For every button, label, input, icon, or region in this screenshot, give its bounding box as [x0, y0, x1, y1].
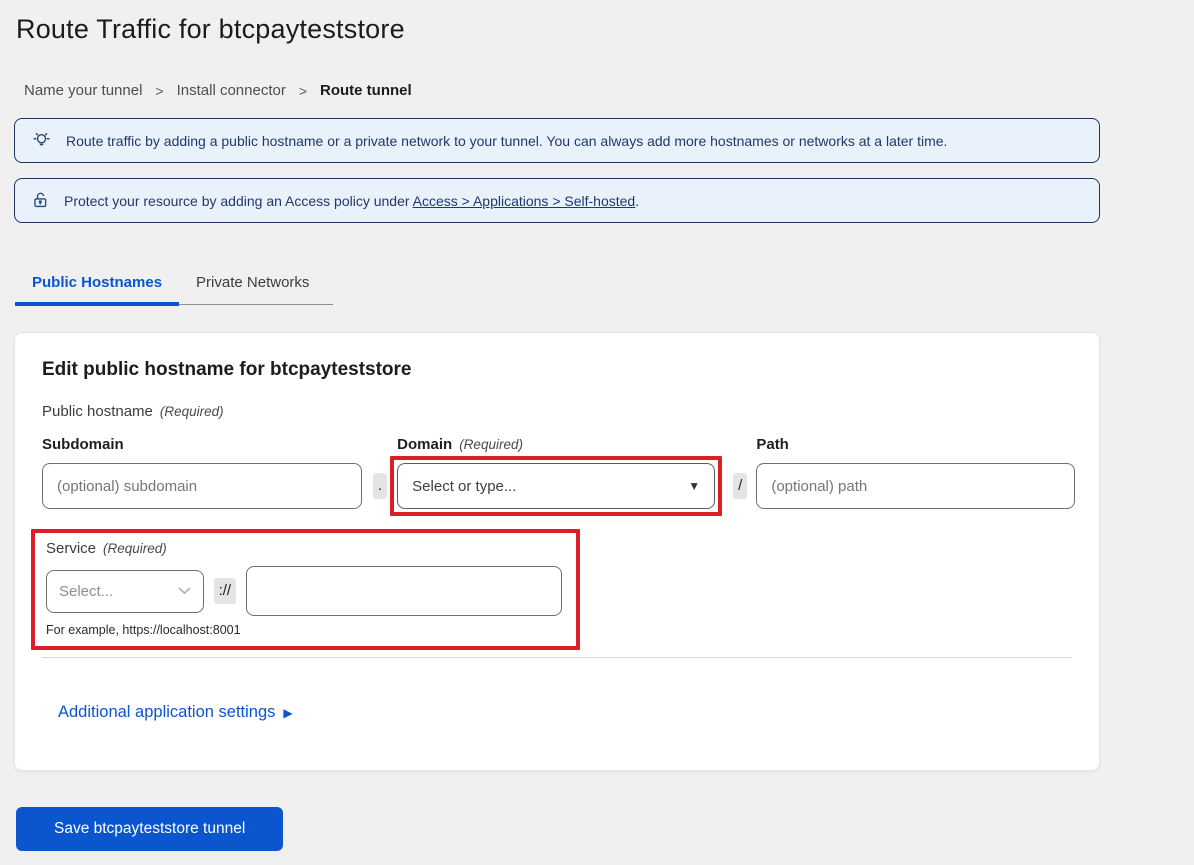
annotation-box-service: Service (Required) Select... :// For exa…: [31, 529, 580, 650]
save-tunnel-button[interactable]: Save btcpayteststore tunnel: [16, 807, 283, 851]
required-hint: (Required): [459, 437, 523, 452]
domain-combobox[interactable]: Select or type... ▼: [397, 463, 715, 509]
card-heading: Edit public hostname for btcpayteststore: [42, 359, 1072, 381]
domain-label: Domain: [397, 436, 452, 453]
page-title: Route Traffic for btcpayteststore: [16, 14, 1194, 45]
path-input[interactable]: [756, 463, 1075, 509]
subdomain-label: Subdomain: [42, 436, 124, 453]
access-applications-self-hosted-link[interactable]: Access > Applications > Self-hosted: [413, 193, 636, 209]
chevron-down-icon: [178, 582, 191, 600]
tab-private-networks[interactable]: Private Networks: [179, 266, 326, 304]
path-label: Path: [756, 436, 789, 453]
service-section-label: Service (Required): [46, 540, 562, 557]
tab-bar: Public Hostnames Private Networks: [15, 266, 333, 305]
service-controls: Select... ://: [46, 566, 562, 616]
section-divider: [42, 657, 1072, 658]
domain-combobox-value: Select or type...: [412, 478, 688, 495]
breadcrumb-route-tunnel: Route tunnel: [320, 82, 412, 99]
breadcrumb-separator: >: [299, 83, 307, 99]
lightbulb-icon: [31, 130, 52, 151]
required-hint: (Required): [160, 404, 224, 419]
domain-field: Domain (Required) Select or type... ▼: [397, 436, 722, 516]
edit-public-hostname-card: Edit public hostname for btcpayteststore…: [14, 332, 1100, 771]
service-url-input[interactable]: [246, 566, 562, 616]
lock-icon: [31, 190, 50, 211]
banner-text: Route traffic by adding a public hostnam…: [66, 133, 947, 149]
service-type-select[interactable]: Select...: [46, 570, 204, 613]
hostname-row: Subdomain . Domain (Required) Select or …: [42, 436, 1072, 516]
breadcrumb-install-connector[interactable]: Install connector: [177, 82, 286, 99]
additional-application-settings-link[interactable]: Additional application settings ▶: [58, 703, 293, 722]
info-banner-route-traffic: Route traffic by adding a public hostnam…: [14, 118, 1100, 163]
subdomain-field: Subdomain: [42, 436, 362, 509]
expand-arrow-icon: ▶: [283, 706, 292, 720]
path-field: Path: [756, 436, 1075, 509]
info-banner-access-policy: Protect your resource by adding an Acces…: [14, 178, 1100, 223]
breadcrumb-name-your-tunnel[interactable]: Name your tunnel: [24, 82, 142, 99]
tab-public-hostnames[interactable]: Public Hostnames: [15, 266, 179, 306]
required-hint: (Required): [103, 541, 167, 556]
banner-text: Protect your resource by adding an Acces…: [64, 193, 639, 209]
slash-separator: /: [733, 473, 747, 499]
dot-separator: .: [373, 473, 387, 499]
breadcrumb-separator: >: [155, 83, 163, 99]
service-type-select-value: Select...: [59, 583, 178, 600]
chevron-down-icon: ▼: [688, 479, 700, 493]
public-hostname-section-label: Public hostname(Required): [42, 403, 1072, 420]
annotation-box-domain: Select or type... ▼: [390, 456, 722, 516]
breadcrumb: Name your tunnel > Install connector > R…: [24, 82, 1194, 99]
service-helper-text: For example, https://localhost:8001: [46, 623, 562, 637]
scheme-separator: ://: [214, 578, 237, 604]
subdomain-input[interactable]: [42, 463, 362, 509]
